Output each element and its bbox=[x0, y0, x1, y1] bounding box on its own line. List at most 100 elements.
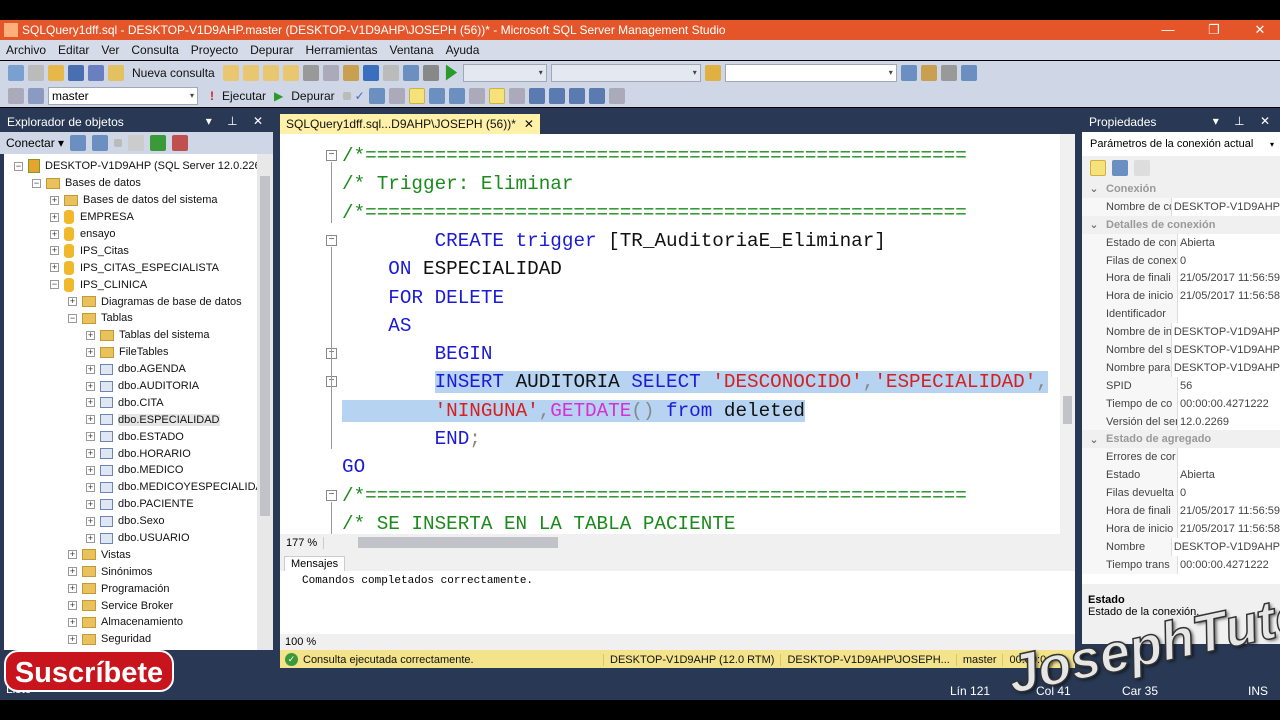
code-line[interactable]: /*======================================… bbox=[342, 199, 967, 227]
increase-indent-icon[interactable] bbox=[588, 87, 605, 104]
db-engine-query-icon[interactable] bbox=[222, 64, 239, 81]
tree-node[interactable]: − IPS_CLINICA bbox=[4, 276, 257, 293]
code-line[interactable]: AS bbox=[342, 312, 411, 340]
expand-icon[interactable]: + bbox=[86, 465, 95, 475]
solution-config-combo[interactable]: ▾ bbox=[462, 63, 547, 82]
comment-icon[interactable] bbox=[528, 87, 545, 104]
actual-plan-icon[interactable] bbox=[448, 87, 465, 104]
expand-icon[interactable]: + bbox=[50, 229, 59, 239]
collapse-icon[interactable]: − bbox=[68, 313, 77, 323]
panel-controls[interactable]: ▾ ⊥ ✕ bbox=[206, 114, 269, 128]
categorized-icon[interactable] bbox=[1090, 160, 1106, 176]
menu-archivo[interactable]: Archivo bbox=[0, 43, 52, 57]
expand-icon[interactable]: + bbox=[68, 601, 77, 611]
chevron-down-icon[interactable]: ⌄ bbox=[1082, 182, 1106, 195]
tree-node[interactable]: + Diagramas de base de datos bbox=[4, 293, 257, 310]
stop-icon[interactable] bbox=[342, 91, 351, 100]
code-area[interactable]: −−−−− /*================================… bbox=[280, 134, 1075, 534]
property-row[interactable]: SPID 56 bbox=[1082, 376, 1280, 395]
tree-node[interactable]: + FileTables bbox=[4, 344, 257, 361]
editor-vscrollbar[interactable] bbox=[1060, 134, 1075, 534]
minimize-button[interactable]: — bbox=[1148, 20, 1188, 40]
property-row[interactable]: Nombre DESKTOP-V1D9AHP bbox=[1082, 537, 1280, 556]
property-row[interactable]: Filas de conex 0 bbox=[1082, 251, 1280, 270]
connect-button[interactable]: Conectar ▾ bbox=[6, 136, 64, 150]
add-item-icon[interactable] bbox=[28, 64, 44, 81]
disconnect-icon[interactable] bbox=[92, 135, 109, 151]
connect-icon[interactable] bbox=[8, 87, 24, 104]
tree-node[interactable]: + dbo.MEDICO bbox=[4, 462, 257, 479]
expand-icon[interactable]: + bbox=[86, 516, 95, 526]
property-row[interactable]: Hora de finali 21/05/2017 11:56:59 bbox=[1082, 502, 1280, 520]
tree-node[interactable]: + dbo.AUDITORIA bbox=[4, 378, 257, 395]
tree-node[interactable]: + dbo.HORARIO bbox=[4, 445, 257, 462]
tree-node[interactable]: − Tablas bbox=[4, 310, 257, 327]
expand-icon[interactable]: + bbox=[68, 584, 77, 594]
editor-zoom-combo[interactable]: 177 % bbox=[280, 536, 325, 549]
tree-node[interactable]: + Almacenamiento bbox=[4, 614, 257, 631]
tree-node[interactable]: + dbo.PACIENTE bbox=[4, 496, 257, 513]
window-layout-icon[interactable] bbox=[960, 64, 977, 81]
tree-node[interactable]: + dbo.CITA bbox=[4, 394, 257, 411]
results-grid-icon[interactable] bbox=[488, 87, 505, 104]
query-designer-icon[interactable] bbox=[388, 87, 405, 104]
debug-button[interactable]: Depurar bbox=[291, 89, 334, 103]
tree-node[interactable]: − Bases de datos bbox=[4, 175, 257, 192]
tools-icon[interactable] bbox=[940, 64, 957, 81]
expand-icon[interactable]: + bbox=[86, 398, 95, 408]
estimated-plan-icon[interactable] bbox=[368, 87, 385, 104]
fold-icon[interactable]: − bbox=[326, 489, 337, 501]
xmla-query-icon[interactable] bbox=[282, 64, 299, 81]
platform-combo[interactable]: ▾ bbox=[550, 63, 701, 82]
expand-icon[interactable]: + bbox=[86, 347, 95, 357]
tree-node[interactable]: + EMPRESA bbox=[4, 209, 257, 226]
tree-node[interactable]: + dbo.MEDICOYESPECIALIDA bbox=[4, 479, 257, 496]
change-connection-icon[interactable] bbox=[28, 87, 44, 104]
open-file-icon[interactable] bbox=[48, 64, 64, 81]
dmx-query-icon[interactable] bbox=[262, 64, 279, 81]
expand-icon[interactable]: + bbox=[50, 212, 59, 222]
play-icon[interactable] bbox=[445, 64, 458, 81]
property-row[interactable]: Errores de cor bbox=[1082, 448, 1280, 467]
property-category[interactable]: ⌄ Detalles de conexión bbox=[1082, 215, 1280, 234]
menu-depurar[interactable]: Depurar bbox=[244, 43, 299, 57]
tree-node[interactable]: + Bases de datos del sistema bbox=[4, 192, 257, 209]
property-row[interactable]: Hora de finali 21/05/2017 11:56:59 bbox=[1082, 269, 1280, 288]
close-button[interactable]: ✕ bbox=[1240, 20, 1280, 40]
property-category[interactable]: ⌄ Estado de agregado bbox=[1082, 430, 1280, 449]
tree-node[interactable]: + Vistas bbox=[4, 546, 257, 563]
paste-icon[interactable] bbox=[342, 64, 359, 81]
intellisense-icon[interactable] bbox=[428, 87, 445, 104]
navigate-icon[interactable] bbox=[402, 64, 419, 81]
new-query-button[interactable]: Nueva consulta bbox=[132, 66, 215, 80]
code-line[interactable]: GO bbox=[342, 453, 365, 481]
code-line[interactable]: INSERT AUDITORIA SELECT 'DESCONOCIDO','E… bbox=[342, 368, 1048, 396]
find-combo[interactable]: ▾ bbox=[724, 63, 897, 82]
find-icon[interactable] bbox=[704, 64, 721, 81]
expand-icon[interactable]: + bbox=[68, 634, 77, 644]
menu-editar[interactable]: Editar bbox=[52, 43, 95, 57]
tree-node[interactable]: + Tablas del sistema bbox=[4, 327, 257, 344]
editor-hscrollbar[interactable]: 177 % bbox=[280, 534, 1075, 551]
uncomment-icon[interactable] bbox=[548, 87, 565, 104]
expand-icon[interactable]: + bbox=[86, 415, 95, 425]
execute-button[interactable]: Ejecutar bbox=[222, 89, 266, 103]
activity-icon[interactable] bbox=[172, 135, 189, 151]
save-all-icon[interactable] bbox=[88, 64, 104, 81]
tree-node[interactable]: + Sinónimos bbox=[4, 563, 257, 580]
restore-button[interactable]: ❐ bbox=[1194, 20, 1234, 40]
results-file-icon[interactable] bbox=[508, 87, 525, 104]
alphabetical-icon[interactable] bbox=[1112, 160, 1128, 176]
property-row[interactable]: Versión del ser 12.0.2269 bbox=[1082, 412, 1280, 431]
save-icon[interactable] bbox=[68, 64, 84, 81]
redo-icon[interactable] bbox=[382, 64, 399, 81]
property-row[interactable]: Nombre del se DESKTOP-V1D9AHP bbox=[1082, 341, 1280, 359]
expand-icon[interactable]: + bbox=[86, 449, 95, 459]
code-line[interactable]: END; bbox=[342, 425, 481, 453]
expand-icon[interactable]: + bbox=[50, 263, 59, 273]
property-row[interactable]: Hora de inicio 21/05/2017 11:56:58 bbox=[1082, 287, 1280, 306]
collapse-icon[interactable]: − bbox=[32, 178, 41, 188]
new-item-icon[interactable] bbox=[8, 64, 24, 81]
tree-node[interactable]: + Service Broker bbox=[4, 597, 257, 614]
expand-icon[interactable]: + bbox=[86, 364, 95, 374]
